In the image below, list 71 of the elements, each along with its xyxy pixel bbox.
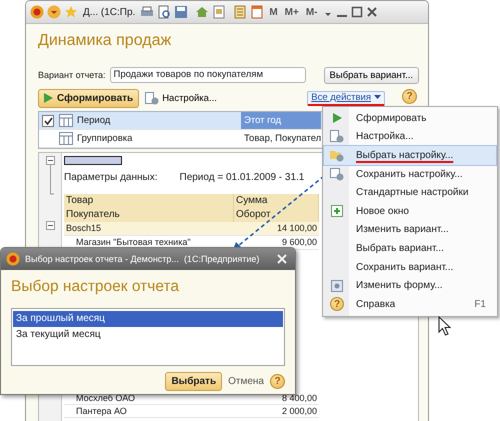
setting-name: Период: [77, 115, 112, 126]
app-name: (1С:Предприятие): [184, 254, 260, 264]
dialog-heading: Выбор настроек отчета: [11, 278, 180, 296]
cancel-link[interactable]: Отмена: [228, 376, 264, 387]
table-icon: [59, 114, 73, 127]
shortcut-label: F1: [474, 298, 486, 310]
logo-icon[interactable]: [6, 252, 20, 266]
save-icon[interactable]: [174, 5, 188, 19]
memory-button[interactable]: M+: [282, 6, 301, 18]
play-icon: [332, 113, 342, 124]
close-icon[interactable]: [366, 5, 378, 19]
table-cell-text: Пантера АО: [75, 405, 128, 417]
new-window-icon: [331, 205, 343, 218]
setting-name: Группировка: [77, 133, 134, 144]
table-cell-text: 9 600,00: [280, 236, 318, 249]
table-cell-text: Мосхлеб ОАО: [75, 392, 136, 404]
choose-variant-button[interactable]: Выбрать вариант...: [324, 66, 419, 84]
help-icon: ?: [330, 297, 344, 312]
settings-button[interactable]: Настройка...: [145, 92, 217, 104]
settings-icon: [145, 92, 160, 104]
menu-item[interactable]: Сохранить вариант...: [324, 258, 496, 276]
help-icon[interactable]: ?: [270, 374, 285, 389]
all-actions-button[interactable]: Все действия: [307, 90, 385, 106]
menu-item[interactable]: Изменить вариант...: [324, 220, 496, 240]
preview-icon[interactable]: [157, 5, 172, 19]
memory-button[interactable]: M-: [304, 6, 320, 18]
variant-field[interactable]: Продажи товаров по покупателям: [110, 67, 306, 83]
table-icon: [59, 132, 73, 145]
document-icon[interactable]: [212, 5, 226, 19]
calendar-icon[interactable]: [250, 5, 264, 19]
dialog-title: Выбор настроек отчета - Демонстр...: [25, 254, 179, 264]
logo-icon[interactable]: [30, 5, 44, 19]
table-cell-text: Магазин "Бытовая техника": [75, 236, 192, 249]
table-cell-text: 14 100,00: [276, 222, 318, 235]
collapse-icon[interactable]: [46, 221, 54, 230]
play-icon: [44, 93, 53, 103]
caret-icon: [374, 95, 381, 100]
close-icon[interactable]: [277, 254, 287, 264]
report-heading: Динамика продаж: [38, 32, 172, 51]
menu-item[interactable]: Новое окно: [324, 202, 496, 221]
table-cell-text: 8 400,00: [280, 392, 318, 404]
save-settings-icon: [330, 168, 344, 181]
setting-value: Товар, Покупател: [243, 132, 321, 146]
params-value: Период = 01.01.2009 - 31.1: [180, 171, 304, 184]
folder-gear-icon: [330, 148, 344, 162]
star-icon[interactable]: [64, 5, 78, 19]
table-cell-text: 2 000,00: [280, 405, 318, 417]
checkbox[interactable]: [42, 114, 54, 126]
menu-item[interactable]: Стандартные настройки: [324, 183, 496, 202]
run-button[interactable]: Сформировать: [38, 88, 140, 108]
menu-item[interactable]: Сохранить настройку...: [324, 164, 496, 184]
maximize-icon[interactable]: [350, 5, 362, 19]
help-icon[interactable]: ?: [402, 89, 417, 104]
choose-button[interactable]: Выбрать: [165, 372, 222, 391]
list-item[interactable]: За текущий месяц: [13, 327, 283, 343]
setting-value: Этот год: [241, 112, 321, 129]
menu-item[interactable]: Выбрать вариант...: [324, 239, 496, 258]
memory-button[interactable]: M: [267, 6, 280, 18]
printer-icon[interactable]: [140, 5, 154, 19]
list-item[interactable]: За прошлый месяц: [13, 311, 283, 327]
menu-item[interactable]: Изменить форму...: [324, 276, 496, 295]
menu-circle-icon[interactable]: [47, 5, 61, 19]
settings-icon: [330, 130, 344, 144]
highlighted-cell: [64, 156, 122, 165]
menu-item[interactable]: Выбрать настройку...: [323, 145, 497, 166]
table-cell-text: Bosch15: [65, 222, 102, 235]
form-gear-icon: [331, 280, 343, 292]
menu-item[interactable]: ? Справка F1: [324, 294, 496, 314]
window-title: Д... (1С:Пр.: [83, 6, 136, 18]
params-label: Параметры данных:: [64, 171, 158, 184]
variant-label: Вариант отчета:: [38, 70, 106, 80]
